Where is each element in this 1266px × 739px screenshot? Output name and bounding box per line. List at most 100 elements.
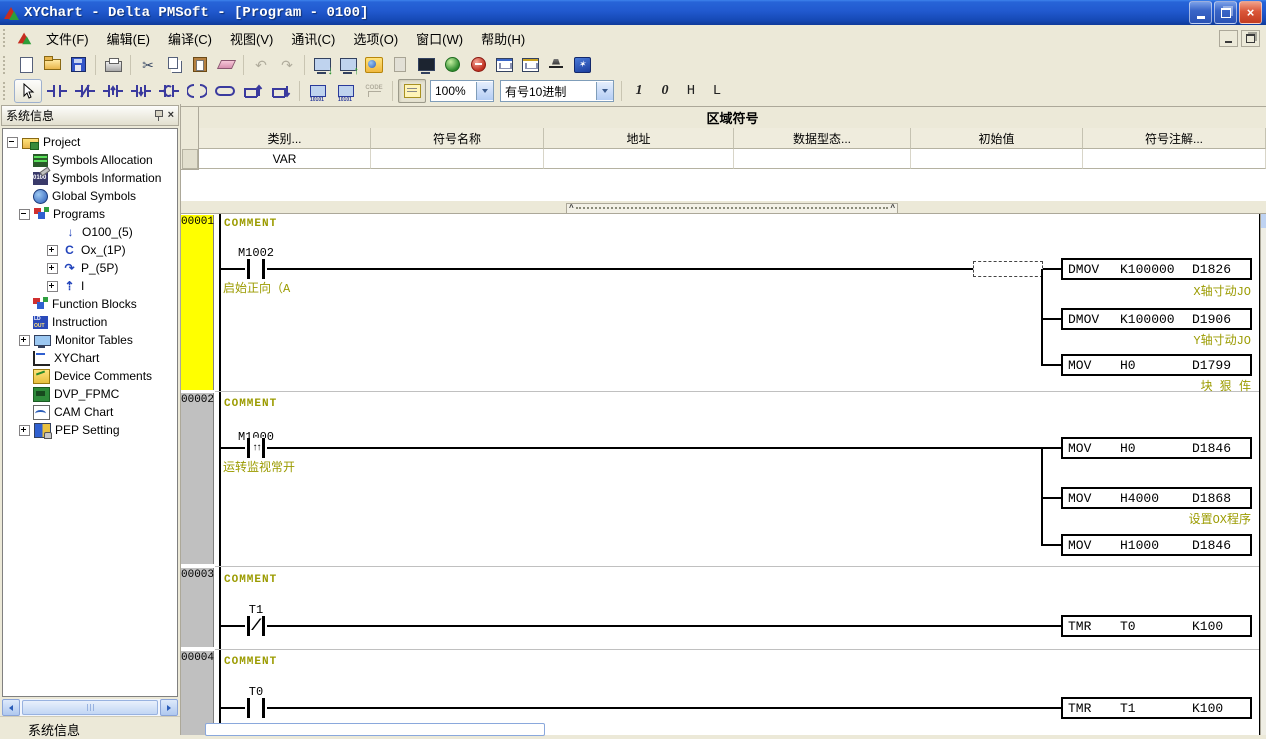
device-monitor-icon[interactable] — [305, 80, 331, 102]
tree-item-instruction[interactable]: Instruction — [33, 313, 107, 331]
ladder-editor[interactable]: 00001 00002 00003 00004 COMMENT M1002 启始… — [181, 213, 1266, 735]
tree-item-p[interactable]: ↷P_(5P) — [47, 259, 118, 277]
tree-item-project[interactable]: Project — [7, 133, 80, 151]
toolbar-grip[interactable] — [3, 82, 9, 100]
close-button[interactable]: × — [1239, 1, 1262, 24]
contact-normally-open[interactable] — [245, 698, 267, 718]
ladder-window-icon[interactable] — [492, 54, 516, 76]
cell-name[interactable] — [371, 149, 544, 169]
scroll-left-icon[interactable] — [2, 699, 20, 716]
collapse-expander-icon[interactable] — [7, 137, 18, 148]
application-instruction-icon[interactable] — [212, 80, 238, 102]
collapse-expander-icon[interactable] — [19, 209, 30, 220]
tree-item-global-symbols[interactable]: Global Symbols — [33, 187, 136, 205]
force-on-button[interactable]: 1 — [626, 83, 652, 99]
panel-close-icon[interactable]: × — [168, 110, 174, 121]
zoom-combobox[interactable]: 100% — [430, 80, 494, 102]
pin-icon[interactable] — [154, 110, 163, 121]
tree-item-i[interactable]: ⇡I — [47, 277, 84, 295]
menu-compile[interactable]: 编译(C) — [159, 26, 221, 51]
contact-rising-edge-icon[interactable] — [100, 80, 126, 102]
contact-normally-closed-icon[interactable] — [72, 80, 98, 102]
zoom-dropdown-icon[interactable] — [476, 82, 493, 100]
restore-button[interactable] — [1214, 1, 1237, 24]
tree-item-pep-setting[interactable]: PEP Setting — [19, 421, 120, 439]
redo-icon[interactable]: ↷ — [275, 54, 299, 76]
tree-item-cam-chart[interactable]: CAM Chart — [33, 403, 113, 421]
instruction-tmr-2[interactable]: TMR T1 K100 — [1061, 697, 1252, 719]
instruction-mov-2[interactable]: MOV H0 D1846 — [1061, 437, 1252, 459]
tree-item-xychart[interactable]: XYChart — [33, 349, 99, 367]
tree-item-programs[interactable]: Programs — [19, 205, 105, 223]
tree-item-ox[interactable]: COx_(1P) — [47, 241, 126, 259]
contact-normally-closed[interactable] — [245, 616, 267, 636]
menu-communication[interactable]: 通讯(C) — [282, 26, 344, 51]
column-header-initial[interactable]: 初始值 — [911, 128, 1083, 149]
ladder-vertical-scrollbar[interactable] — [1260, 214, 1266, 735]
toolbar-grip[interactable] — [3, 56, 9, 74]
menu-options[interactable]: 选项(O) — [344, 26, 407, 51]
menu-edit[interactable]: 编辑(E) — [98, 26, 159, 51]
rung-comment[interactable]: COMMENT — [224, 398, 277, 410]
table-ladder-splitter[interactable]: ^ ^ — [181, 200, 1266, 214]
minimize-button[interactable] — [1189, 1, 1212, 24]
device-monitor-table-icon[interactable] — [333, 80, 359, 102]
tree-item-dvp-fpmc[interactable]: DVP_FPMC — [33, 385, 119, 403]
undo-icon[interactable]: ↶ — [249, 54, 273, 76]
stop-plc-icon[interactable] — [466, 54, 490, 76]
contact-normally-open-icon[interactable] — [44, 80, 70, 102]
erase-icon[interactable] — [214, 54, 238, 76]
run-plc-icon[interactable] — [440, 54, 464, 76]
rung-comment[interactable]: COMMENT — [224, 574, 277, 586]
print-icon[interactable] — [101, 54, 125, 76]
tree-item-device-comments[interactable]: Device Comments — [33, 367, 152, 385]
menu-grip[interactable] — [3, 29, 10, 47]
cell-initial[interactable] — [911, 149, 1083, 169]
hex-display-button[interactable]: H — [678, 83, 704, 99]
coil-output-icon[interactable] — [184, 80, 210, 102]
expand-expander-icon[interactable] — [19, 335, 30, 346]
new-file-icon[interactable] — [14, 54, 38, 76]
upload-from-plc-icon[interactable]: ↑ — [336, 54, 360, 76]
comment-toggle-icon[interactable] — [398, 79, 426, 103]
instruction-tmr-1[interactable]: TMR T0 K100 — [1061, 615, 1252, 637]
ladder-row-up-icon[interactable] — [240, 80, 266, 102]
instruction-dmov-2[interactable]: DMOV K100000 D1906 — [1061, 308, 1252, 330]
cell-type[interactable]: VAR — [199, 149, 371, 169]
monitor-mode-icon[interactable] — [414, 54, 438, 76]
mdi-minimize-button[interactable] — [1219, 30, 1238, 47]
cell-datatype[interactable] — [734, 149, 911, 169]
ladder-rung-2[interactable]: COMMENT M1000 运转监视常开 MOV H0 D1846 MOV H4… — [181, 392, 1266, 566]
column-header-address[interactable]: 地址 — [544, 128, 734, 149]
cell-address[interactable] — [544, 149, 734, 169]
tree-item-symbols-allocation[interactable]: Symbols Allocation — [33, 151, 153, 169]
bottom-panel-field[interactable] — [205, 723, 545, 736]
force-off-button[interactable]: 0 — [652, 83, 678, 99]
tree-item-symbols-information[interactable]: Symbols Information — [33, 169, 161, 187]
column-header-name[interactable]: 符号名称 — [371, 128, 544, 149]
rung-comment[interactable]: COMMENT — [224, 656, 277, 668]
contact-normally-open[interactable] — [245, 259, 267, 279]
compare-contact-icon[interactable] — [156, 80, 182, 102]
copy-icon[interactable] — [162, 54, 186, 76]
tree-item-function-blocks[interactable]: Function Blocks — [33, 295, 137, 313]
sidebar-horizontal-scrollbar[interactable] — [2, 699, 178, 716]
expand-expander-icon[interactable] — [47, 281, 58, 292]
selection-marquee[interactable] — [973, 261, 1043, 277]
long-display-button[interactable]: L — [704, 83, 730, 99]
system-info-bottom-tab[interactable]: 系统信息 — [0, 716, 180, 735]
tree-item-o100[interactable]: ↓O100_(5) — [63, 223, 133, 241]
expand-expander-icon[interactable] — [47, 245, 58, 256]
scale-tool-icon[interactable] — [544, 54, 568, 76]
wizard-icon[interactable]: ✶ — [570, 54, 594, 76]
radix-dropdown-icon[interactable] — [596, 82, 613, 100]
communication-setting-icon[interactable] — [362, 54, 386, 76]
radix-combobox[interactable]: 有号10进制 — [500, 80, 614, 102]
instruction-mov-3[interactable]: MOV H4000 D1868 — [1061, 487, 1252, 509]
scroll-right-icon[interactable] — [160, 699, 178, 716]
column-header-type[interactable]: 类别... — [199, 128, 371, 149]
paste-icon[interactable] — [188, 54, 212, 76]
scrollbar-thumb[interactable] — [22, 700, 158, 715]
download-to-plc-icon[interactable]: ↓ — [310, 54, 334, 76]
menu-window[interactable]: 窗口(W) — [407, 26, 472, 51]
